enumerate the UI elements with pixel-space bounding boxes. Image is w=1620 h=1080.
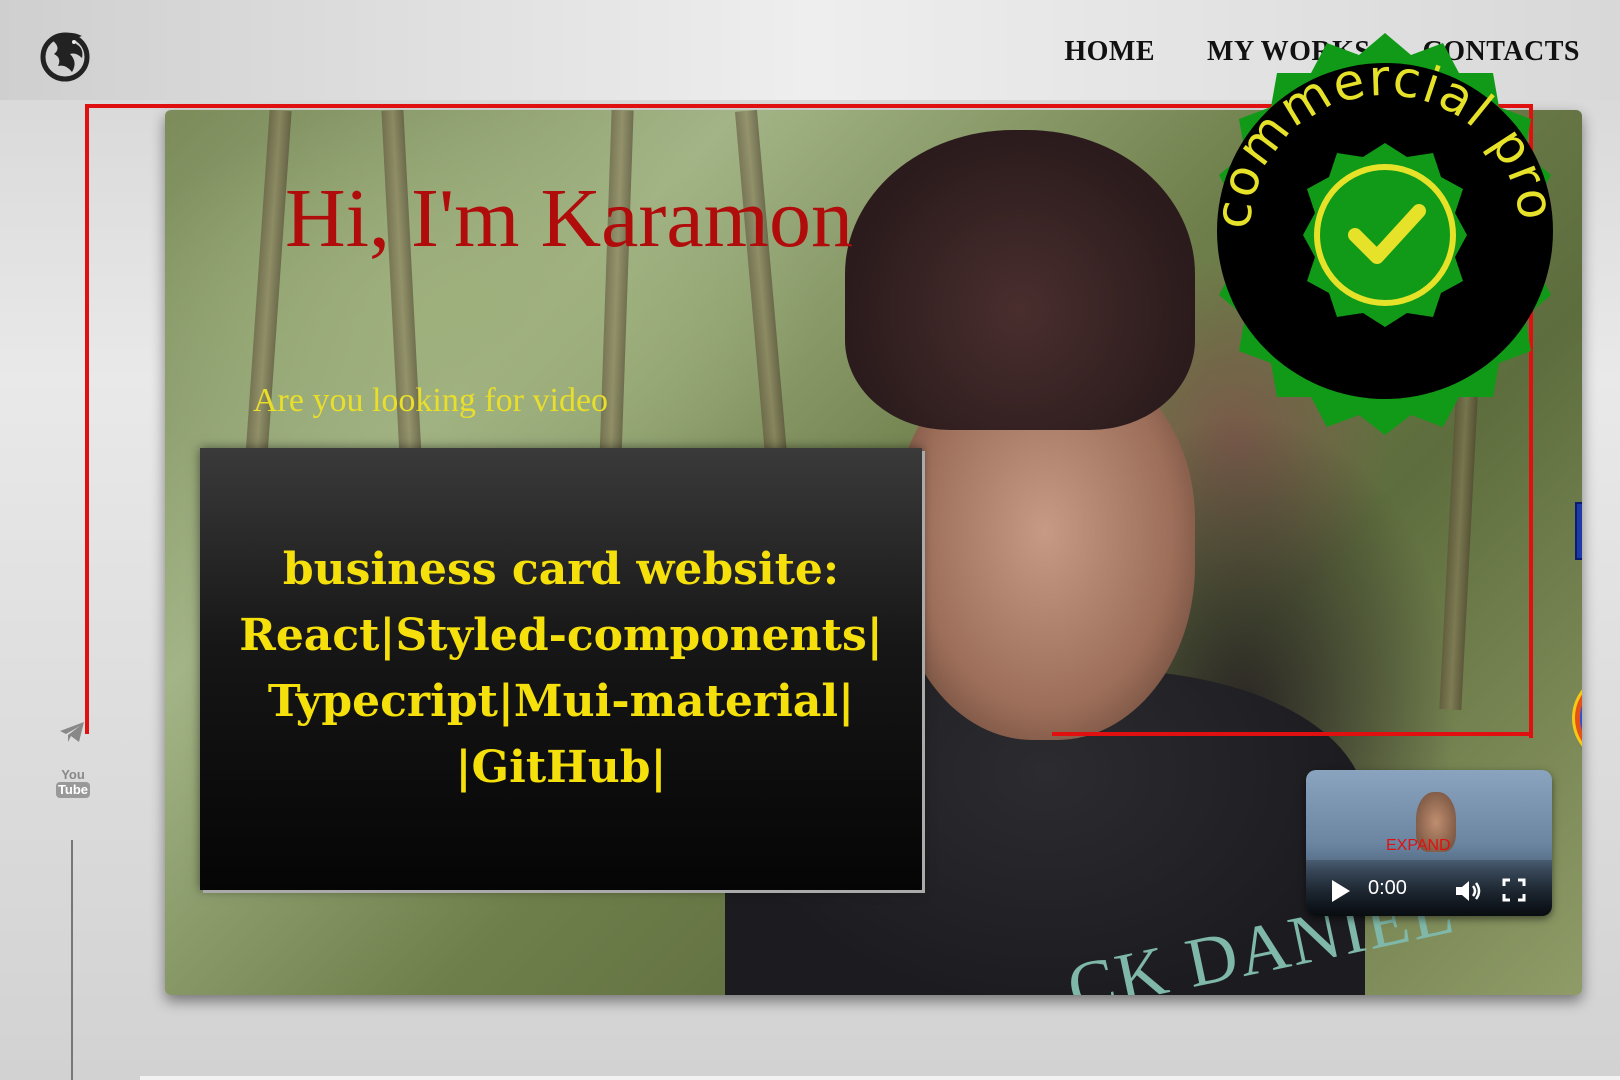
youtube-label-bottom: Tube [56, 782, 90, 798]
bottom-divider [140, 1076, 1620, 1080]
blue-tab[interactable] [1575, 502, 1582, 560]
v-badge[interactable]: V [1575, 675, 1582, 761]
fullscreen-icon[interactable] [1502, 878, 1526, 902]
project-info-card: business card website: React|Styled-comp… [200, 448, 922, 890]
red-frame-left [85, 104, 89, 734]
commercial-project-stamp: commercial project [1175, 25, 1564, 435]
youtube-icon[interactable]: You Tube [56, 768, 90, 804]
volume-icon[interactable] [1454, 878, 1484, 904]
card-line: React|Styled-components| [239, 610, 883, 661]
youtube-label-top: You [61, 767, 85, 782]
nav-home[interactable]: HOME [1064, 36, 1155, 68]
sidebar-line [71, 840, 73, 1080]
background-tree [598, 110, 634, 491]
red-frame-bottom [1052, 732, 1533, 736]
card-line: Typecript|Mui-material| [267, 676, 855, 727]
play-icon[interactable] [1332, 880, 1350, 902]
video-expand-button[interactable]: EXPAND [1386, 837, 1451, 855]
video-player[interactable]: EXPAND 0:00 [1306, 770, 1552, 916]
card-line: business card website: [282, 544, 840, 595]
hero-subtitle: Are you looking for video [253, 382, 609, 419]
card-line: |GitHub| [455, 742, 667, 793]
video-time: 0:00 [1368, 877, 1407, 899]
dragon-logo-icon[interactable] [32, 22, 98, 88]
person-hat [845, 130, 1195, 430]
telegram-icon[interactable] [58, 720, 86, 744]
hero-title: Hi, I'm Karamon [285, 172, 853, 265]
video-controls: 0:00 [1306, 860, 1552, 916]
